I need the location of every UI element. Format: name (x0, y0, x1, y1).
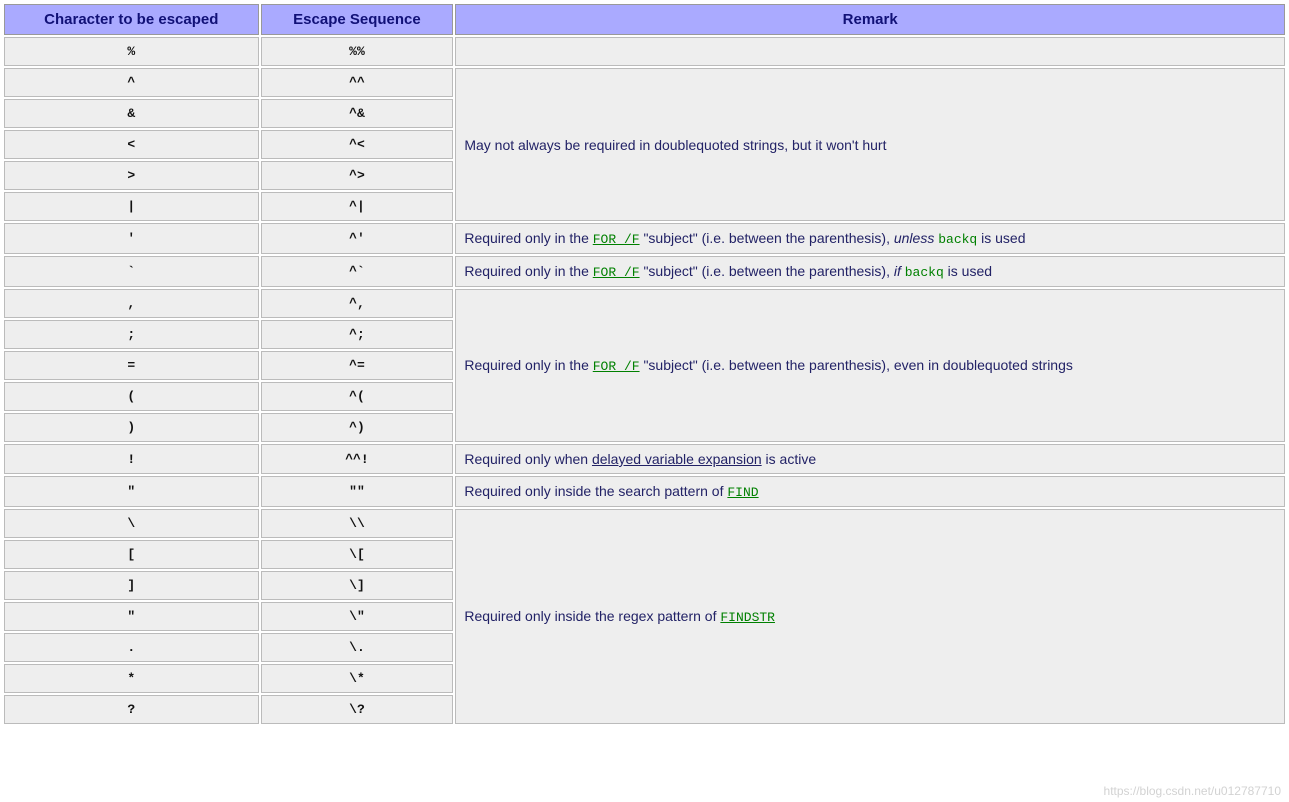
header-seq: Escape Sequence (261, 4, 454, 35)
cell-seq: ^( (261, 382, 454, 411)
header-remark: Remark (455, 4, 1285, 35)
cell-seq: \\ (261, 509, 454, 538)
remark-text: Required only in the (464, 357, 592, 373)
cell-seq: ^^ (261, 68, 454, 97)
table-row: " "" Required only inside the search pat… (4, 476, 1285, 507)
remark-code: backq (938, 232, 977, 247)
remark-text: is used (977, 230, 1025, 246)
remark-text: is used (944, 263, 992, 279)
cell-char: " (4, 602, 259, 631)
cell-char: " (4, 476, 259, 507)
cell-seq: ^` (261, 256, 454, 287)
table-row: ^ ^^ May not always be required in doubl… (4, 68, 1285, 97)
remark-em: if (894, 263, 901, 279)
cell-char: & (4, 99, 259, 128)
cell-char: | (4, 192, 259, 221)
cell-remark: May not always be required in doublequot… (455, 68, 1285, 221)
remark-text: "subject" (i.e. between the parenthesis)… (640, 230, 894, 246)
cell-remark: Required only in the FOR /F "subject" (i… (455, 289, 1285, 442)
cell-seq: \] (261, 571, 454, 600)
cell-char: ' (4, 223, 259, 254)
cell-char: % (4, 37, 259, 66)
remark-code: backq (905, 265, 944, 280)
cell-char: ] (4, 571, 259, 600)
cell-remark: Required only in the FOR /F "subject" (i… (455, 256, 1285, 287)
cell-seq: ^) (261, 413, 454, 442)
for-f-link[interactable]: FOR /F (593, 232, 640, 247)
cell-seq: ^' (261, 223, 454, 254)
cell-char: \ (4, 509, 259, 538)
for-f-link[interactable]: FOR /F (593, 359, 640, 374)
cell-seq: %% (261, 37, 454, 66)
cell-remark: Required only when delayed variable expa… (455, 444, 1285, 474)
remark-text: Required only inside the search pattern … (464, 483, 727, 499)
cell-remark (455, 37, 1285, 66)
cell-char: ? (4, 695, 259, 724)
cell-char: = (4, 351, 259, 380)
cell-seq: ^= (261, 351, 454, 380)
cell-char: ( (4, 382, 259, 411)
cell-remark: Required only inside the regex pattern o… (455, 509, 1285, 724)
cell-char: ` (4, 256, 259, 287)
cell-seq: ^^! (261, 444, 454, 474)
cell-seq: ^, (261, 289, 454, 318)
for-f-link[interactable]: FOR /F (593, 265, 640, 280)
cell-char: , (4, 289, 259, 318)
cell-seq: \? (261, 695, 454, 724)
cell-seq: "" (261, 476, 454, 507)
cell-char: ; (4, 320, 259, 349)
table-row: ` ^` Required only in the FOR /F "subjec… (4, 256, 1285, 287)
table-header-row: Character to be escaped Escape Sequence … (4, 4, 1285, 35)
cell-seq: \. (261, 633, 454, 662)
remark-text: "subject" (i.e. between the parenthesis)… (640, 357, 1073, 373)
cell-remark: Required only inside the search pattern … (455, 476, 1285, 507)
table-row: ' ^' Required only in the FOR /F "subjec… (4, 223, 1285, 254)
remark-text: May not always be required in doublequot… (464, 137, 886, 153)
cell-char: ! (4, 444, 259, 474)
header-char: Character to be escaped (4, 4, 259, 35)
remark-text: is active (762, 451, 816, 467)
watermark: https://blog.csdn.net/u012787710 (1104, 784, 1281, 798)
remark-text: Required only in the (464, 263, 592, 279)
delayed-expansion-link[interactable]: delayed variable expansion (592, 451, 762, 467)
remark-text: Required only inside the regex pattern o… (464, 608, 720, 624)
cell-seq: \" (261, 602, 454, 631)
cell-char: ^ (4, 68, 259, 97)
find-link[interactable]: FIND (727, 485, 758, 500)
remark-em: unless (894, 230, 934, 246)
cell-seq: ^| (261, 192, 454, 221)
cell-char: ) (4, 413, 259, 442)
cell-seq: \* (261, 664, 454, 693)
cell-seq: ^; (261, 320, 454, 349)
findstr-link[interactable]: FINDSTR (720, 610, 775, 625)
escape-table: Character to be escaped Escape Sequence … (2, 2, 1287, 726)
table-row: ! ^^! Required only when delayed variabl… (4, 444, 1285, 474)
table-row: % %% (4, 37, 1285, 66)
table-row: \ \\ Required only inside the regex patt… (4, 509, 1285, 538)
cell-seq: ^& (261, 99, 454, 128)
cell-seq: ^< (261, 130, 454, 159)
cell-char: < (4, 130, 259, 159)
remark-text: Required only in the (464, 230, 592, 246)
cell-char: > (4, 161, 259, 190)
remark-text: "subject" (i.e. between the parenthesis)… (640, 263, 894, 279)
cell-seq: ^> (261, 161, 454, 190)
cell-char: [ (4, 540, 259, 569)
cell-seq: \[ (261, 540, 454, 569)
table-row: , ^, Required only in the FOR /F "subjec… (4, 289, 1285, 318)
cell-char: . (4, 633, 259, 662)
remark-text: Required only when (464, 451, 592, 467)
cell-remark: Required only in the FOR /F "subject" (i… (455, 223, 1285, 254)
cell-char: * (4, 664, 259, 693)
